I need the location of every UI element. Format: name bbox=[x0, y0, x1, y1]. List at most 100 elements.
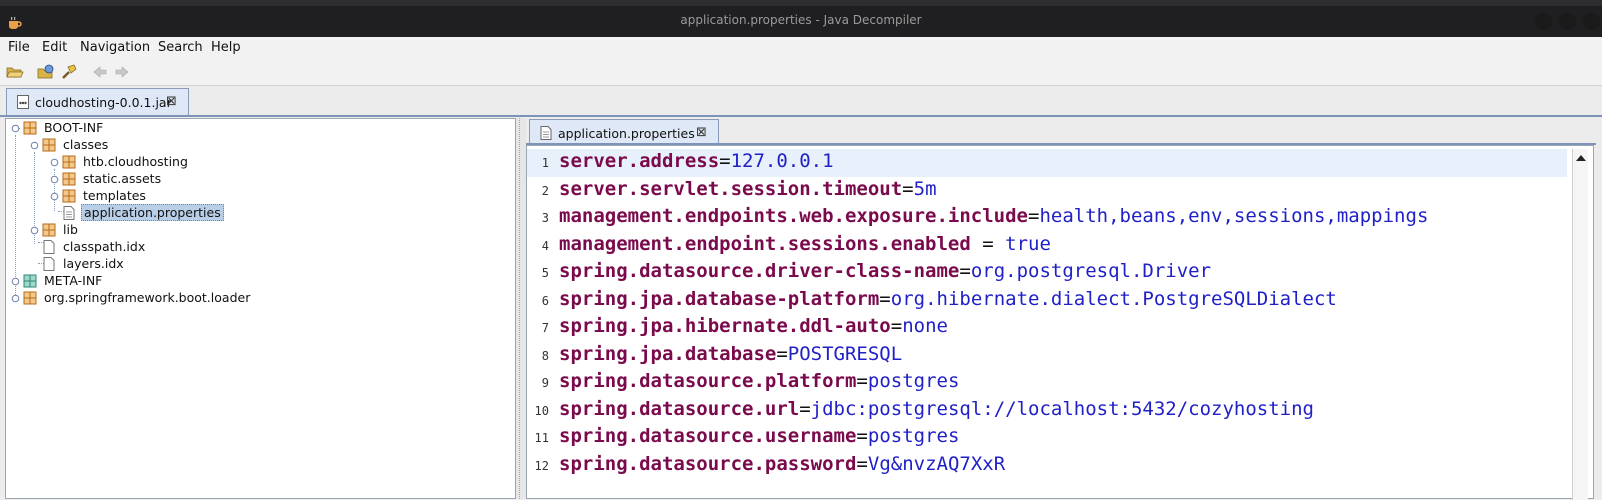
tree-node-label: templates bbox=[83, 188, 146, 203]
menu-search[interactable]: Search bbox=[158, 40, 203, 55]
property-key: server.servlet.session.timeout bbox=[559, 177, 903, 200]
expand-toggle-icon[interactable] bbox=[50, 175, 59, 184]
code-line: 2 server.servlet.session.timeout=5m bbox=[527, 177, 1567, 205]
properties-file-icon bbox=[540, 126, 552, 140]
scroll-up-arrow-icon[interactable] bbox=[1576, 155, 1586, 161]
line-number: 3 bbox=[541, 211, 549, 225]
code-line: 3 management.endpoints.web.exposure.incl… bbox=[527, 204, 1567, 232]
tab-underline bbox=[526, 143, 1596, 145]
tree-node-label: lib bbox=[63, 222, 78, 237]
line-number: 12 bbox=[534, 458, 549, 473]
menu-navigation[interactable]: Navigation bbox=[80, 40, 150, 55]
file-icon bbox=[43, 257, 55, 271]
code-line: 4 management.endpoint.sessions.enabled =… bbox=[527, 232, 1567, 260]
close-tab-icon[interactable]: ⊠ bbox=[166, 94, 177, 109]
property-separator: = bbox=[719, 150, 731, 172]
code-line: 6 spring.jpa.database-platform=org.hiber… bbox=[527, 287, 1567, 315]
menu-file[interactable]: File bbox=[8, 40, 30, 55]
file-icon bbox=[43, 240, 55, 254]
expand-toggle-icon[interactable] bbox=[30, 141, 39, 150]
property-value: org.hibernate.dialect.PostgreSQLDialect bbox=[890, 287, 1337, 310]
code-line: 12 spring.datasource.password=Vg&nvzAQ7X… bbox=[527, 452, 1567, 480]
property-separator: = bbox=[890, 315, 903, 337]
tree-node-label: layers.idx bbox=[63, 256, 124, 271]
editor-panel: application.properties ⊠ 1 server.addres… bbox=[526, 118, 1602, 500]
file-tab-bar: cloudhosting-0.0.1.jar ⊠ bbox=[0, 86, 1602, 116]
tree-guide bbox=[15, 135, 16, 295]
toolbar bbox=[0, 59, 1602, 86]
code-line: 1 server.address=127.0.0.1 bbox=[527, 149, 1567, 177]
title-bar: application.properties - Java Decompiler bbox=[0, 0, 1602, 37]
property-key: spring.datasource.username bbox=[559, 425, 857, 447]
menu-help[interactable]: Help bbox=[211, 40, 241, 55]
menu-edit[interactable]: Edit bbox=[42, 40, 67, 55]
line-number: 4 bbox=[541, 238, 549, 253]
expand-toggle-icon[interactable] bbox=[11, 294, 20, 303]
minimize-button[interactable] bbox=[1535, 13, 1552, 30]
property-key: spring.jpa.hibernate.ddl-auto bbox=[559, 315, 891, 337]
property-key: server.address bbox=[559, 150, 720, 172]
splitter-grip bbox=[519, 118, 521, 499]
line-number: 2 bbox=[541, 183, 549, 198]
line-number: 7 bbox=[541, 321, 549, 335]
tab-underline bbox=[0, 115, 1602, 117]
property-key: spring.datasource.driver-class-name bbox=[559, 260, 960, 282]
package-icon bbox=[23, 291, 37, 305]
property-separator: = bbox=[856, 370, 868, 392]
code-editor[interactable]: 1 server.address=127.0.0.1 2 server.serv… bbox=[526, 143, 1596, 500]
open-type-icon[interactable] bbox=[37, 63, 55, 81]
property-value: postgres bbox=[867, 370, 960, 392]
property-value: 5m bbox=[913, 177, 937, 200]
tree-node-label: static.assets bbox=[83, 171, 162, 186]
property-separator: = bbox=[902, 177, 914, 200]
property-value: none bbox=[902, 315, 948, 337]
tree-node-label: htb.cloudhosting bbox=[83, 154, 188, 169]
panel-splitter[interactable] bbox=[516, 118, 526, 499]
property-key: spring.jpa.database bbox=[559, 342, 777, 365]
line-number: 5 bbox=[541, 266, 549, 280]
tree-node-label: classes bbox=[63, 137, 109, 152]
expand-toggle-icon[interactable] bbox=[50, 158, 59, 167]
property-key: spring.jpa.database-platform bbox=[559, 287, 880, 310]
expand-toggle-icon[interactable] bbox=[11, 277, 20, 286]
package-green-icon bbox=[23, 274, 37, 288]
code-line: 9 spring.datasource.platform=postgres bbox=[527, 369, 1567, 397]
property-value: health,beans,env,sessions,mappings bbox=[1039, 205, 1429, 227]
package-icon bbox=[42, 138, 56, 152]
package-tree[interactable]: BOOT-INF classes htb.cloudhosting static… bbox=[5, 118, 516, 499]
vertical-scrollbar[interactable] bbox=[1572, 149, 1588, 500]
property-separator: = bbox=[856, 452, 868, 475]
package-icon bbox=[42, 223, 56, 237]
expand-toggle-icon[interactable] bbox=[30, 226, 39, 235]
line-number: 9 bbox=[541, 376, 549, 390]
back-arrow-icon[interactable] bbox=[91, 63, 109, 81]
line-number: 6 bbox=[541, 293, 549, 308]
expand-toggle-icon[interactable] bbox=[11, 124, 20, 133]
property-value: postgres bbox=[867, 425, 960, 447]
package-icon bbox=[62, 189, 76, 203]
expand-toggle-icon[interactable] bbox=[50, 192, 59, 201]
code-line: 7 spring.jpa.hibernate.ddl-auto=none bbox=[527, 314, 1567, 342]
property-value: jdbc:postgresql://localhost:5432/cozyhos… bbox=[810, 397, 1314, 420]
property-key: spring.datasource.url bbox=[559, 397, 800, 420]
property-separator: = bbox=[1028, 205, 1040, 227]
maximize-button[interactable] bbox=[1559, 13, 1576, 30]
close-window-button[interactable] bbox=[1583, 13, 1600, 30]
search-type-icon[interactable] bbox=[60, 63, 78, 81]
package-icon bbox=[23, 121, 37, 135]
close-tab-icon[interactable]: ⊠ bbox=[696, 125, 707, 140]
tree-node-label: org.springframework.boot.loader bbox=[44, 290, 251, 305]
property-key: management.endpoints.web.exposure.includ… bbox=[559, 205, 1028, 227]
package-icon bbox=[62, 155, 76, 169]
properties-file-icon bbox=[63, 206, 75, 220]
tree-node-label: BOOT-INF bbox=[44, 120, 104, 135]
property-value: org.postgresql.Driver bbox=[970, 260, 1212, 282]
property-value: Vg&nvzAQ7XxR bbox=[867, 452, 1006, 475]
tree-node-label: classpath.idx bbox=[63, 239, 146, 254]
property-value: 127.0.0.1 bbox=[730, 150, 834, 172]
open-file-icon[interactable] bbox=[6, 63, 24, 81]
property-separator: = bbox=[776, 342, 788, 365]
tab-cloudhosting-jar[interactable]: cloudhosting-0.0.1.jar ⊠ bbox=[6, 88, 189, 116]
tab-label: application.properties bbox=[558, 126, 695, 141]
forward-arrow-icon[interactable] bbox=[113, 63, 131, 81]
